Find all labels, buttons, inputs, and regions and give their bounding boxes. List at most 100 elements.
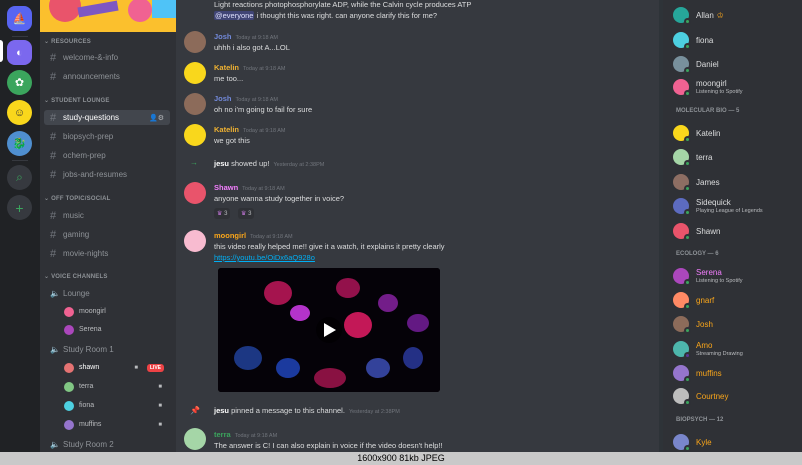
- speaker-icon: 🔈: [50, 289, 60, 298]
- voice-channel-study-room-2[interactable]: 🔈 Study Room 2: [44, 437, 170, 452]
- server-icon-plants[interactable]: ✿: [7, 70, 32, 95]
- channel-gaming[interactable]: # gaming: [44, 227, 170, 242]
- camera-icon: ■: [158, 402, 162, 409]
- reaction-button[interactable]: ♛ 3: [214, 208, 231, 219]
- server-icon-dragon[interactable]: 🐉: [7, 131, 32, 156]
- pin-icon: 📌: [190, 406, 200, 415]
- avatar: [673, 388, 691, 406]
- member-category-biopsych: BIOPSYCH — 12: [676, 417, 724, 423]
- voice-user-muffins[interactable]: muffins ■: [64, 418, 168, 431]
- voice-channel-lounge[interactable]: 🔈 Lounge: [44, 286, 170, 301]
- image-info-bar: 1600x900 81kb JPEG: [0, 452, 802, 465]
- avatar-terra[interactable]: [184, 428, 206, 450]
- avatar: [673, 32, 691, 50]
- avatar: [673, 292, 691, 310]
- separator: [12, 36, 28, 37]
- category-voice-channels[interactable]: ⌄ VOICE CHANNELS: [44, 273, 108, 280]
- channel-biopsych-prep[interactable]: # biopsych-prep: [44, 129, 170, 144]
- avatar-moongirl[interactable]: [184, 230, 206, 252]
- chat-area: Light reactions photophosphorylate ADP, …: [176, 0, 663, 465]
- username-shawn[interactable]: Shawn Today at 9:18 AM: [214, 183, 285, 192]
- message-text: @everyone i thought this was right. can …: [214, 11, 438, 20]
- member-kyle[interactable]: Kyle: [673, 432, 798, 452]
- add-server-icon[interactable]: +: [7, 195, 32, 220]
- voice-user-terra[interactable]: terra ■: [64, 380, 168, 393]
- member-fiona[interactable]: fiona: [673, 30, 798, 50]
- username-katelin[interactable]: Katelin Today at 9:18 AM: [214, 63, 286, 72]
- avatar: [64, 306, 74, 317]
- member-allan[interactable]: Allan ♔: [673, 5, 798, 25]
- member-serena[interactable]: Serena Listening to Spotify: [673, 266, 798, 286]
- voice-user-serena[interactable]: Serena: [64, 323, 168, 336]
- server-icon-sun[interactable]: ☺: [7, 100, 32, 125]
- channel-music[interactable]: # music: [44, 208, 170, 223]
- system-join-message: jesu showed up! Yesterday at 2:38PM: [214, 159, 325, 168]
- category-resources[interactable]: ⌄ RESOURCES: [44, 38, 91, 45]
- username-katelin[interactable]: Katelin Today at 9:18 AM: [214, 125, 286, 134]
- member-courtney[interactable]: Courtney: [673, 386, 798, 406]
- discord-window: ⛵ ◐ ✿ ☺ 🐉 ⌕ + ⌄ RESOURCES # welcome-&-inf…: [0, 0, 802, 465]
- member-katelin[interactable]: Katelin: [673, 123, 798, 143]
- channel-movie-nights[interactable]: # movie-nights: [44, 246, 170, 261]
- member-gnarf[interactable]: gnarf: [673, 290, 798, 310]
- avatar-josh[interactable]: [184, 31, 206, 53]
- member-james[interactable]: James: [673, 172, 798, 192]
- category-off-topic[interactable]: ⌄ OFF TOPIC/SOCIAL: [44, 195, 111, 202]
- member-amo[interactable]: Amo Streaming Drawing: [673, 339, 798, 359]
- avatar: [673, 198, 691, 216]
- channel-welcome-info[interactable]: # welcome-&-info: [44, 50, 170, 65]
- avatar: [673, 434, 691, 452]
- voice-user-moongirl[interactable]: moongirl: [64, 305, 168, 318]
- reaction-button[interactable]: ♛ 3: [238, 208, 255, 219]
- join-arrow-icon: →: [190, 158, 198, 167]
- member-josh[interactable]: Josh: [673, 314, 798, 334]
- server-icon-study[interactable]: ◐: [7, 40, 32, 65]
- member-terra[interactable]: terra: [673, 147, 798, 167]
- avatar: [673, 7, 691, 25]
- username-josh[interactable]: Josh Today at 9:18 AM: [214, 32, 278, 41]
- mention[interactable]: @everyone: [214, 11, 255, 20]
- member-muffins[interactable]: muffins: [673, 363, 798, 383]
- channel-study-questions[interactable]: # study-questions 👤⚙: [44, 110, 170, 125]
- category-student-lounge[interactable]: ⌄ STUDENT LOUNGE: [44, 97, 110, 104]
- video-thumbnail: [218, 268, 440, 392]
- video-embed[interactable]: [218, 268, 440, 392]
- video-link[interactable]: https://youtu.be/OiDx6aQ928o: [214, 253, 315, 262]
- username-terra[interactable]: terra Today at 9:18 AM: [214, 430, 277, 439]
- member-sidequick[interactable]: Sidequick Playing League of Legends: [673, 196, 798, 216]
- member-category-molecular-bio: MOLECULAR BIO — 5: [676, 108, 740, 114]
- avatar-katelin[interactable]: [184, 62, 206, 84]
- hash-icon: #: [50, 70, 57, 83]
- voice-user-shawn[interactable]: shawn ■ LIVE: [64, 361, 168, 374]
- channel-jobs-and-resumes[interactable]: # jobs-and-resumes: [44, 167, 170, 182]
- message-text: me too...: [214, 74, 244, 83]
- member-daniel[interactable]: Daniel: [673, 54, 798, 74]
- voice-channel-study-room-1[interactable]: 🔈 Study Room 1: [44, 342, 170, 357]
- hash-icon: #: [50, 130, 57, 143]
- message-text: this video really helped me!! give it a …: [214, 242, 445, 251]
- home-icon[interactable]: ⛵: [7, 6, 32, 31]
- settings-icon[interactable]: 👤⚙: [149, 114, 164, 122]
- crown-icon: ♔: [716, 10, 724, 20]
- message-text: oh no i'm going to fail for sure: [214, 105, 313, 114]
- username-moongirl[interactable]: moongirl Today at 9:18 AM: [214, 231, 293, 240]
- avatar-shawn[interactable]: [184, 182, 206, 204]
- hash-icon: #: [50, 51, 57, 64]
- channel-sidebar: ⌄ RESOURCES # welcome-&-info # announcemen…: [40, 0, 176, 465]
- avatar: [64, 324, 74, 335]
- hash-icon: #: [50, 149, 57, 162]
- member-moongirl[interactable]: moongirl Listening to Spotify: [673, 77, 798, 97]
- username-josh[interactable]: Josh Today at 9:18 AM: [214, 94, 278, 103]
- system-pin-message: jesu pinned a message to this channel. Ye…: [214, 406, 400, 415]
- avatar-katelin[interactable]: [184, 124, 206, 146]
- explore-icon[interactable]: ⌕: [7, 165, 32, 190]
- channel-ochem-prep[interactable]: # ochem-prep: [44, 148, 170, 163]
- channel-announcements[interactable]: # announcements: [44, 69, 170, 84]
- avatar: [673, 341, 691, 359]
- avatar-josh[interactable]: [184, 93, 206, 115]
- member-shawn[interactable]: Shawn: [673, 221, 798, 241]
- message-text: uhhh i also got A...LOL: [214, 43, 290, 52]
- avatar: [64, 362, 74, 373]
- voice-user-fiona[interactable]: fiona ■: [64, 399, 168, 412]
- avatar: [673, 223, 691, 241]
